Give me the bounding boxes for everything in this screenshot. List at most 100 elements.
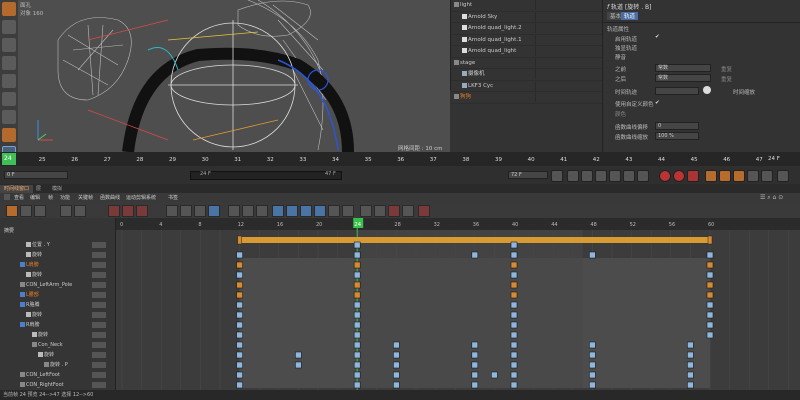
- tangent-mode-3-icon[interactable]: [300, 205, 312, 217]
- track-state-icons[interactable]: [92, 292, 106, 298]
- tree-row[interactable]: CON_LeftArm_Pole: [0, 280, 115, 290]
- dope-sheet-graph[interactable]: 0481216202428323640444852566024: [116, 218, 800, 390]
- tangent-mode-5-icon[interactable]: [328, 205, 340, 217]
- play-icon[interactable]: [595, 170, 607, 182]
- after-dropdown[interactable]: 常数: [655, 74, 711, 82]
- snap-icon[interactable]: [360, 205, 372, 217]
- track-state-icons[interactable]: [92, 322, 106, 328]
- show-all-icon[interactable]: [60, 205, 72, 217]
- ease-out-icon[interactable]: [242, 205, 254, 217]
- tab-simulate[interactable]: 模拟: [48, 185, 66, 193]
- menu-frame[interactable]: 帧: [48, 194, 53, 201]
- track-state-icons[interactable]: [92, 312, 106, 318]
- bake-icon[interactable]: [418, 205, 430, 217]
- track-state-icons[interactable]: [92, 342, 106, 348]
- point-level-key-icon[interactable]: [761, 170, 773, 182]
- tab-track[interactable]: 轨道: [621, 12, 639, 20]
- menu-edit[interactable]: 编辑: [30, 194, 40, 201]
- object-row[interactable]: LKF3 Cyc: [451, 80, 606, 92]
- tree-row[interactable]: 旋转: [0, 330, 115, 340]
- record-position-icon[interactable]: [108, 205, 120, 217]
- timeline-settings-icon[interactable]: [777, 170, 789, 182]
- tree-row[interactable]: Con_Neck: [0, 340, 115, 350]
- subdivision-icon[interactable]: [2, 38, 16, 52]
- light-icon[interactable]: [2, 128, 16, 142]
- start-frame-field[interactable]: 0 F: [4, 171, 68, 179]
- object-row[interactable]: light: [451, 0, 603, 12]
- ease-both-icon[interactable]: [256, 205, 268, 217]
- spline-interp-icon[interactable]: [194, 205, 206, 217]
- keyframe-selection-icon[interactable]: [687, 170, 699, 182]
- dope-sheet[interactable]: 0481216202428323640444852566024: [116, 218, 800, 390]
- menu-view[interactable]: 查看: [14, 194, 24, 201]
- end-frame-field[interactable]: 72 F: [508, 171, 548, 179]
- custom-color-checkbox[interactable]: ✔: [655, 100, 660, 106]
- array-icon[interactable]: [2, 56, 16, 70]
- object-row[interactable]: Arnold Sky: [451, 11, 603, 23]
- object-tags[interactable]: [535, 34, 606, 45]
- object-row[interactable]: 摄像机: [451, 69, 603, 81]
- object-tags[interactable]: [535, 92, 606, 102]
- tangent-mode-6-icon[interactable]: [342, 205, 354, 217]
- before-dropdown[interactable]: 常数: [655, 64, 711, 72]
- attribute-manager[interactable]: f 轨道 [旋转 . B] 基本 轨道 轨道属性 启用轨道 ✔ 独显轨道 静音 …: [602, 0, 800, 152]
- scale-key-icon[interactable]: [733, 170, 745, 182]
- fcurve-mode-icon[interactable]: [20, 205, 32, 217]
- show-selected-icon[interactable]: [74, 205, 86, 217]
- ripple-icon[interactable]: [374, 205, 386, 217]
- menu-right-icons[interactable]: ☰ ⌕ ⌂ ⊙: [760, 194, 783, 202]
- track-state-icons[interactable]: [92, 262, 106, 268]
- motion-mode-icon[interactable]: [34, 205, 46, 217]
- track-state-icons[interactable]: [92, 272, 106, 278]
- key-reduction-icon[interactable]: [402, 205, 414, 217]
- tree-row[interactable]: CON_LeftFoot: [0, 370, 115, 380]
- object-manager[interactable]: light Arnold Sky Arnold quad_light.2 Arnold…: [450, 0, 606, 104]
- deformer-icon[interactable]: [2, 74, 16, 88]
- parameter-key-icon[interactable]: [747, 170, 759, 182]
- delete-key-icon[interactable]: [388, 205, 400, 217]
- track-state-icons[interactable]: [92, 382, 106, 388]
- menu-motion-system[interactable]: 运动剪辑系统: [126, 194, 156, 201]
- ease-in-icon[interactable]: [228, 205, 240, 217]
- scene-icon[interactable]: [2, 92, 16, 106]
- record-scale-icon[interactable]: [136, 205, 148, 217]
- next-frame-icon[interactable]: [609, 170, 621, 182]
- enable-track-checkbox[interactable]: ✔: [655, 34, 660, 40]
- track-state-icons[interactable]: [92, 242, 106, 248]
- tree-row[interactable]: R胳膊: [0, 300, 115, 310]
- object-tags[interactable]: [535, 46, 606, 56]
- position-key-icon[interactable]: [705, 170, 717, 182]
- track-state-icons[interactable]: [92, 362, 106, 368]
- go-to-end-icon[interactable]: [637, 170, 649, 182]
- track-state-icons[interactable]: [92, 372, 106, 378]
- time-track-field[interactable]: [655, 87, 699, 95]
- tree-row[interactable]: 旋转: [0, 270, 115, 280]
- object-tags[interactable]: [535, 23, 606, 33]
- object-tags[interactable]: [535, 80, 606, 91]
- autokey-icon[interactable]: [673, 170, 685, 182]
- menu-functions[interactable]: 功能: [60, 194, 70, 201]
- tree-row[interactable]: 旋转: [0, 350, 115, 360]
- tab-layer[interactable]: 层: [32, 185, 45, 193]
- track-state-icons[interactable]: [92, 252, 106, 258]
- cube-icon[interactable]: [2, 2, 16, 16]
- object-tags[interactable]: [535, 0, 606, 10]
- menu-icon[interactable]: [4, 194, 10, 200]
- pen-icon[interactable]: [2, 20, 16, 34]
- track-state-icons[interactable]: [92, 352, 106, 358]
- object-tags[interactable]: [535, 57, 606, 68]
- timeline-ruler[interactable]: 24 25 26 27 28 29 30 31 32 33 34 35 36 37 38 39 40 41 42 43…: [0, 152, 800, 166]
- object-row[interactable]: 狗狗: [451, 92, 603, 104]
- time-track-reset-icon[interactable]: [703, 86, 711, 94]
- range-slider[interactable]: [190, 171, 342, 180]
- camera-icon[interactable]: [2, 110, 16, 124]
- object-row[interactable]: stage: [451, 57, 606, 69]
- tree-row[interactable]: 旋转 . P: [0, 360, 115, 370]
- linear-interp-icon[interactable]: [166, 205, 178, 217]
- next-key-icon[interactable]: [623, 170, 635, 182]
- timeline-tree[interactable]: 摘要 位置 . Y 旋转 L肩膀 旋转 CON_LeftArm_Pole L腰部 R胳膊 旋转…: [0, 218, 116, 390]
- flat-interp-icon[interactable]: [208, 205, 220, 217]
- tree-row[interactable]: L肩膀: [0, 260, 115, 270]
- menu-fcurve[interactable]: 函数曲线: [100, 194, 120, 201]
- tangent-mode-2-icon[interactable]: [286, 205, 298, 217]
